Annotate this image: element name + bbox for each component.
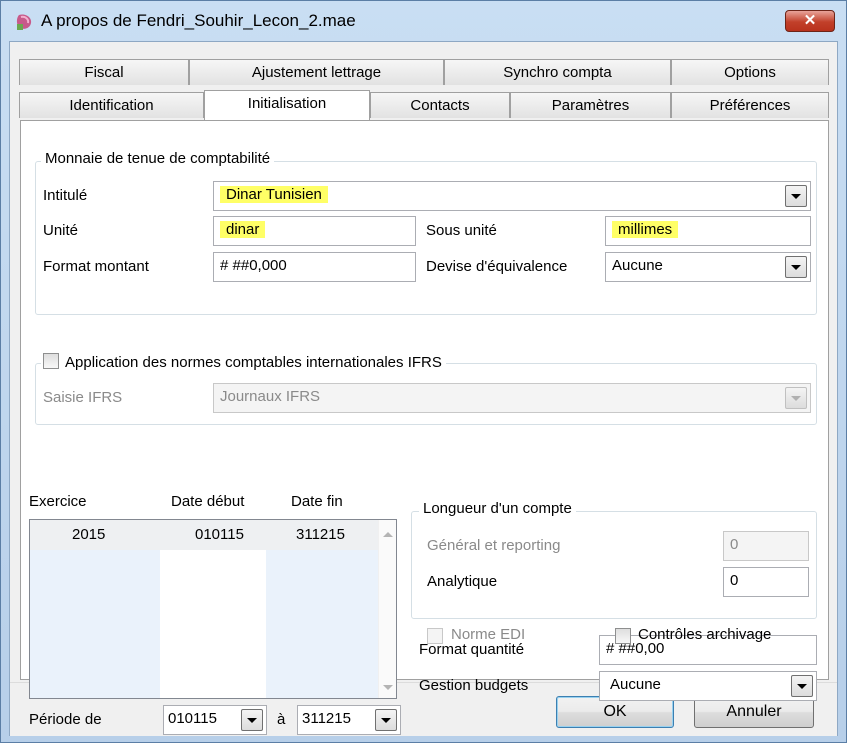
devise-value: Aucune: [612, 257, 663, 274]
monnaie-legend: Monnaie de tenue de comptabilité: [41, 150, 275, 167]
col-header-date-debut: Date début: [171, 493, 245, 510]
sous-unite-input[interactable]: millimes: [605, 216, 811, 246]
periode-to-label: à: [277, 711, 286, 728]
chevron-down-icon[interactable]: [785, 256, 807, 278]
longueur-legend: Longueur d'un compte: [419, 500, 576, 517]
cell-date-debut: 010115: [195, 526, 244, 543]
longueur-group: [411, 511, 817, 619]
devise-select[interactable]: Aucune: [605, 252, 811, 282]
devise-label: Devise d'équivalence: [426, 258, 568, 275]
exercice-list[interactable]: 2015 010115 311215: [29, 519, 397, 699]
controles-archivage-checkbox[interactable]: [615, 628, 631, 644]
unite-input[interactable]: dinar: [213, 216, 416, 246]
periode-label: Période de: [29, 711, 102, 728]
gestion-budgets-label: Gestion budgets: [419, 677, 529, 694]
scroll-down-icon[interactable]: [383, 685, 393, 690]
analytique-input[interactable]: 0: [723, 567, 809, 597]
format-montant-input[interactable]: # ##0,000: [213, 252, 416, 282]
intitule-value: Dinar Tunisien: [220, 186, 328, 203]
intitule-label: Intitulé: [43, 187, 88, 204]
general-reporting-input: 0: [723, 531, 809, 561]
col-header-exercice: Exercice: [29, 493, 87, 510]
periode-from-value: 010115: [168, 710, 217, 727]
tab-identification[interactable]: Identification: [19, 92, 204, 118]
controles-archivage-label: Contrôles archivage: [638, 626, 772, 643]
chevron-down-icon[interactable]: [241, 709, 263, 731]
close-button[interactable]: ✕: [785, 10, 835, 32]
chevron-down-icon[interactable]: [791, 675, 813, 697]
tab-contacts[interactable]: Contacts: [370, 92, 510, 118]
tab-synchro-compta[interactable]: Synchro compta: [444, 59, 671, 85]
tab-options[interactable]: Options: [671, 59, 829, 85]
ifrs-checkbox[interactable]: [43, 353, 59, 369]
dialog-window: A propos de Fendri_Souhir_Lecon_2.mae ✕ …: [0, 0, 847, 743]
chevron-down-icon[interactable]: [785, 185, 807, 207]
tab-initialisation[interactable]: Initialisation: [204, 90, 370, 120]
tab-panel-initialisation: Monnaie de tenue de comptabilité Intitul…: [20, 120, 829, 735]
norme-edi-label: Norme EDI: [451, 626, 526, 643]
saisie-ifrs-select: Journaux IFRS: [213, 383, 811, 413]
cell-exercice: 2015: [72, 526, 106, 543]
general-reporting-label: Général et reporting: [427, 537, 561, 554]
chevron-down-icon: [785, 387, 807, 409]
sous-unite-label: Sous unité: [426, 222, 497, 239]
tab-preferences[interactable]: Préférences: [671, 92, 829, 118]
sous-unite-value: millimes: [612, 221, 679, 238]
analytique-label: Analytique: [427, 573, 498, 590]
periode-to-value: 311215: [302, 710, 351, 727]
chevron-down-icon[interactable]: [375, 709, 397, 731]
scroll-up-icon[interactable]: [383, 532, 393, 537]
saisie-ifrs-value: Journaux IFRS: [220, 388, 321, 405]
unite-value: dinar: [220, 221, 266, 238]
gestion-budgets-value: Aucune: [610, 676, 661, 693]
window-title: A propos de Fendri_Souhir_Lecon_2.mae: [41, 11, 356, 30]
periode-to-select[interactable]: 311215: [297, 705, 401, 735]
title-bar: A propos de Fendri_Souhir_Lecon_2.mae ✕: [1, 1, 846, 41]
ifrs-legend: Application des normes comptables intern…: [41, 353, 446, 371]
cell-date-fin: 311215: [296, 526, 345, 543]
gestion-budgets-select[interactable]: Aucune: [599, 671, 817, 701]
unite-label: Unité: [43, 222, 79, 239]
periode-from-select[interactable]: 010115: [163, 705, 267, 735]
list-scrollbar[interactable]: [378, 520, 396, 698]
intitule-select[interactable]: Dinar Tunisien: [213, 181, 811, 211]
tab-parametres[interactable]: Paramètres: [510, 92, 671, 118]
tab-fiscal[interactable]: Fiscal: [19, 59, 189, 85]
norme-edi-checkbox: [427, 628, 443, 644]
tab-ajustement-lettrage[interactable]: Ajustement lettrage: [189, 59, 444, 85]
app-icon: [16, 14, 32, 30]
saisie-ifrs-label: Saisie IFRS: [43, 389, 123, 406]
table-row[interactable]: 2015 010115 311215: [30, 520, 380, 550]
ifrs-checkbox-label: Application des normes comptables intern…: [65, 354, 442, 371]
col-header-date-fin: Date fin: [291, 493, 343, 510]
format-montant-label: Format montant: [43, 258, 149, 275]
